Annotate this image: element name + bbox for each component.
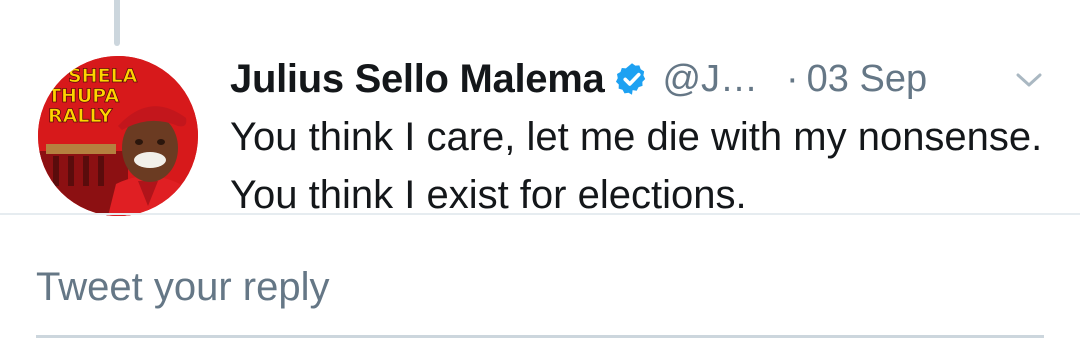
reply-placeholder: Tweet your reply	[36, 265, 330, 309]
display-name[interactable]: Julius Sello Malema	[230, 57, 605, 102]
tweet-date[interactable]: 03 Sep	[807, 58, 927, 101]
svg-text:SHELA: SHELA	[68, 65, 138, 87]
tweet[interactable]: Julius Sello Malema @J… · 03 Sep You thi…	[230, 50, 1060, 224]
chevron-down-icon[interactable]	[1014, 70, 1044, 90]
tweet-header: Julius Sello Malema @J… · 03 Sep	[230, 50, 1060, 108]
divider	[0, 213, 1080, 215]
reply-input[interactable]: Tweet your reply	[36, 258, 1044, 338]
thread-connector-line	[114, 0, 120, 46]
avatar-image: SHELA THUPA RALLY	[38, 56, 198, 216]
verified-badge-icon	[616, 63, 646, 95]
tweet-text: You think I care, let me die with my non…	[230, 115, 1043, 217]
handle[interactable]: @J…	[662, 58, 758, 101]
svg-text:THUPA: THUPA	[48, 85, 119, 107]
avatar[interactable]: SHELA THUPA RALLY	[38, 56, 198, 216]
separator-dot: ·	[786, 57, 799, 100]
svg-text:RALLY: RALLY	[48, 105, 113, 127]
